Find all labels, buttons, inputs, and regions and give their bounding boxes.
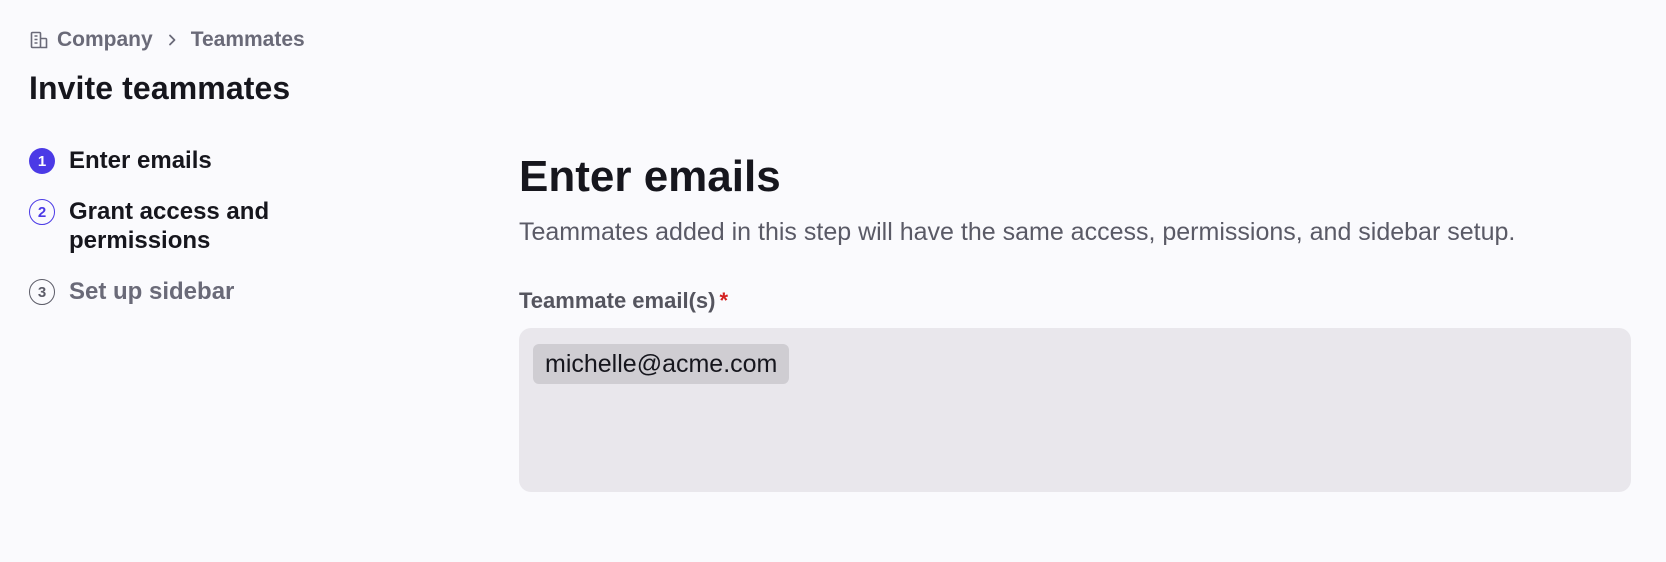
breadcrumb-item-teammates[interactable]: Teammates (191, 28, 305, 52)
section-title: Enter emails (519, 152, 781, 201)
chevron-right-icon (165, 33, 179, 47)
step-number-badge: 1 (29, 148, 55, 174)
step-grant-access[interactable]: 2 Grant access and permissions (29, 197, 359, 255)
building-icon (29, 30, 49, 50)
email-chip[interactable]: michelle@acme.com (533, 344, 790, 384)
email-field-label-text: Teammate email(s) (519, 288, 716, 313)
section-description: Teammates added in this step will have t… (519, 218, 1516, 246)
teammate-emails-input[interactable]: michelle@acme.com (519, 328, 1631, 492)
email-field-label: Teammate email(s) * (519, 288, 1631, 314)
enter-emails-section: Enter emails Teammates added in this ste… (519, 150, 1631, 492)
step-number-badge: 2 (29, 199, 55, 225)
invite-teammates-page: Company Teammates Invite teammates 1 Ent… (0, 0, 1666, 562)
step-label: Set up sidebar (69, 278, 235, 305)
page-title: Invite teammates (29, 70, 291, 106)
step-set-up-sidebar[interactable]: 3 Set up sidebar (29, 277, 359, 306)
stepper: 1 Enter emails 2 Grant access and permis… (29, 146, 359, 328)
breadcrumb-item-company[interactable]: Company (57, 28, 153, 52)
step-label: Enter emails (69, 147, 212, 174)
breadcrumb: Company Teammates (29, 28, 305, 52)
step-number-badge: 3 (29, 279, 55, 305)
step-label: Grant access and permissions (69, 198, 270, 254)
step-enter-emails[interactable]: 1 Enter emails (29, 146, 359, 175)
required-mark: * (719, 288, 729, 313)
